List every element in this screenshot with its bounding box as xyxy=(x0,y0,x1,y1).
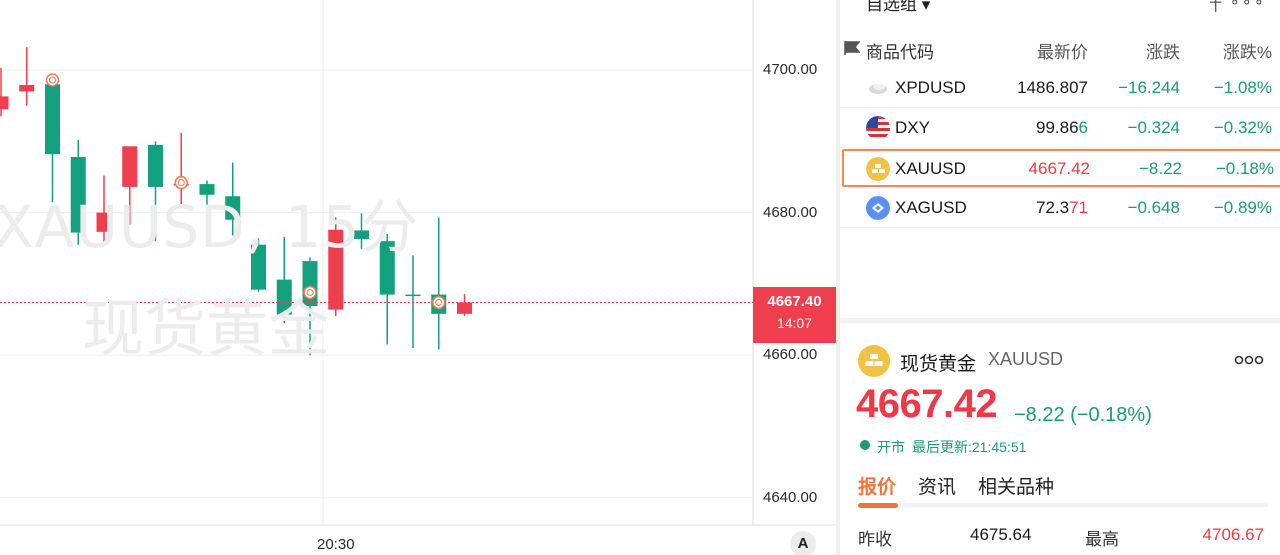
y-tick-label: 4700.00 xyxy=(763,61,818,78)
instrument-price: 4667.42 xyxy=(856,382,998,426)
candle-body xyxy=(225,196,241,220)
row-symbol: XAGUSD xyxy=(895,198,967,217)
candle-body xyxy=(199,184,215,195)
y-tick-label: 4640.00 xyxy=(763,489,818,506)
row-last-price: 72.371 xyxy=(1035,198,1088,217)
us-flag-icon xyxy=(866,116,890,140)
y-tick-label: 4680.00 xyxy=(763,204,818,221)
header-code[interactable]: 商品代码 xyxy=(866,38,934,63)
candle-body xyxy=(302,261,318,307)
last-update: 最后更新:21:45:51 xyxy=(912,439,1027,455)
candle-body xyxy=(457,302,472,314)
row-symbol: XAUUSD xyxy=(895,159,966,178)
header-change-pct[interactable]: 涨跌% xyxy=(1223,38,1272,63)
market-status: 开市 xyxy=(877,439,905,455)
instrument-name: 现货黄金 xyxy=(900,354,977,375)
auto-scale-button[interactable]: A xyxy=(790,531,816,555)
candle-body xyxy=(328,229,344,310)
candle-body xyxy=(276,279,292,315)
row-last-price: 4667.42 xyxy=(1028,159,1090,178)
row-change: −0.648 xyxy=(1127,198,1180,217)
candlestick-chart[interactable] xyxy=(0,0,836,555)
candle-countdown-label: 14:07 xyxy=(776,315,813,331)
candle-body xyxy=(96,212,112,232)
current-price-badge: 4667.40 14:07 xyxy=(753,287,836,343)
gold-icon xyxy=(866,157,890,181)
candle-body xyxy=(19,84,35,92)
candle-body xyxy=(354,230,369,239)
instrument-change: −8.22 (−0.18%) xyxy=(1014,404,1152,426)
row-change-pct: −0.89% xyxy=(1213,198,1272,217)
current-price-label: 4667.40 xyxy=(767,293,822,310)
candle-body xyxy=(405,294,421,297)
watchlist-row-xagusd[interactable]: XAGUSD 72.371 −0.648 −0.89% xyxy=(840,188,1280,228)
tab-track xyxy=(858,503,1268,507)
watchlist-row-dxy[interactable]: DXY 99.866 −0.324 −0.32% xyxy=(840,108,1280,148)
row-change-pct: −1.08% xyxy=(1213,78,1272,97)
event-marker xyxy=(174,175,188,190)
candle-body xyxy=(122,146,138,187)
watchlist-group-selector[interactable]: 自选组 ▾ xyxy=(866,0,930,15)
panel-divider xyxy=(840,318,1280,323)
row-change-pct: −0.32% xyxy=(1213,118,1272,137)
gold-icon xyxy=(858,345,890,377)
candle-body xyxy=(45,84,60,155)
candle-body xyxy=(148,144,163,187)
watchlist-tools[interactable]: ┼ ∘∘∘ xyxy=(1210,0,1266,12)
tab-news[interactable]: 资讯 xyxy=(918,472,956,499)
row-change: −8.22 xyxy=(1138,159,1182,178)
prev-close-value: 4675.64 xyxy=(970,525,1032,544)
x-tick-label: 20:30 xyxy=(317,536,355,553)
header-change[interactable]: 涨跌 xyxy=(1146,38,1180,63)
watchlist-row-xauusd[interactable]: XAUUSD 4667.42 −8.22 −0.18% xyxy=(842,149,1280,187)
y-tick-label: 4660.00 xyxy=(763,346,818,363)
watchlist-row-xpdusd[interactable]: XPDUSD 1486.807 −16.244 −1.08% xyxy=(840,68,1280,108)
high-value: 4706.67 xyxy=(1202,525,1264,544)
candle-body xyxy=(251,244,266,290)
row-symbol: XPDUSD xyxy=(895,78,966,97)
event-marker xyxy=(45,73,60,87)
header-last-price[interactable]: 最新价 xyxy=(1037,38,1088,63)
silver-icon xyxy=(866,196,890,220)
candle-body xyxy=(70,156,86,233)
prev-close-label: 昨收 xyxy=(858,530,892,549)
chart-area[interactable]: XAUUSD, 15分 现货黄金 4700.00 4680.00 4660.00… xyxy=(0,0,836,555)
tab-related[interactable]: 相关品种 xyxy=(978,472,1054,499)
row-change: −0.324 xyxy=(1127,118,1180,137)
row-change: −16.244 xyxy=(1118,78,1180,97)
candle-body xyxy=(0,96,9,110)
row-last-price: 99.866 xyxy=(1035,118,1088,137)
more-options-button[interactable] xyxy=(1234,348,1264,368)
right-panel: 自选组 ▾ ┼ ∘∘∘ 商品代码 最新价 涨跌 涨跌% XPDUSD 1486.… xyxy=(836,0,1280,555)
row-symbol: DXY xyxy=(895,118,930,137)
tab-active-indicator xyxy=(858,503,898,508)
market-status-dot xyxy=(860,440,870,450)
instrument-code: XAUUSD xyxy=(988,349,1064,369)
candle-body xyxy=(379,241,395,295)
tab-quote[interactable]: 报价 xyxy=(858,472,896,499)
event-marker xyxy=(303,285,317,300)
high-label: 最高 xyxy=(1085,530,1119,549)
event-marker xyxy=(432,295,446,310)
palladium-icon xyxy=(869,84,887,94)
flag-icon[interactable] xyxy=(844,41,860,55)
row-change-pct: −0.18% xyxy=(1215,159,1274,178)
row-last-price: 1486.807 xyxy=(1017,78,1088,97)
watchlist-header: 商品代码 最新价 涨跌 涨跌% xyxy=(840,28,1280,68)
more-icon xyxy=(1234,355,1264,365)
